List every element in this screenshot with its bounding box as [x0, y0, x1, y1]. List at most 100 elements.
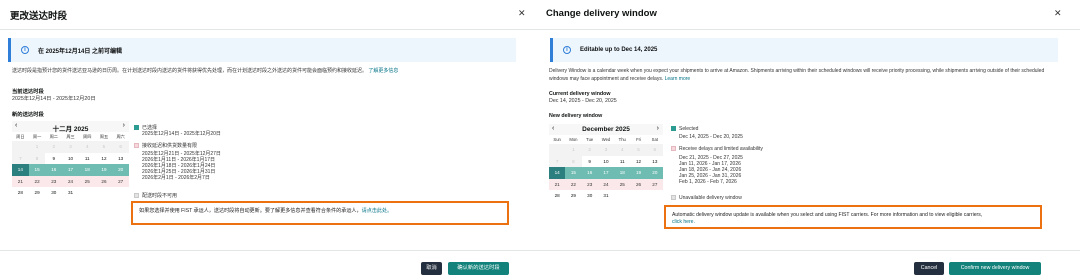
calendar-week: 21 22 23 24 25 26 27 [549, 178, 663, 190]
weekday-row: Sun Mon Tue Wed Thu Fri Sat [549, 135, 663, 144]
calendar-day[interactable]: 17 [62, 164, 79, 176]
calendar-day [630, 190, 646, 202]
limited-range: 2026年2月1日 - 2026年2月7日 [142, 175, 210, 182]
calendar-day[interactable]: 16 [581, 167, 598, 179]
calendar-day[interactable]: 11 [614, 156, 630, 168]
learn-more-link[interactable]: Learn more [665, 76, 691, 82]
chevron-right-icon[interactable]: › [657, 125, 659, 132]
calendar-day: 8 [565, 155, 582, 167]
calendar-day[interactable]: 10 [598, 156, 614, 168]
calendar-day [79, 187, 96, 199]
confirm-button[interactable]: 确认新的送达时段 [448, 262, 509, 275]
calendar-day[interactable]: 31 [62, 187, 79, 199]
legend-unavailable-label: Unavailable delivery window [679, 195, 742, 201]
calendar-day: 4 [78, 141, 96, 153]
header-divider [0, 29, 540, 30]
calendar-day[interactable]: 27 [646, 178, 663, 190]
header-divider [540, 29, 1080, 30]
calendar-day[interactable]: 25 [614, 178, 631, 190]
cancel-button[interactable]: Cancel [914, 262, 944, 275]
calendar-day[interactable]: 10 [62, 153, 79, 165]
calendar-day[interactable]: 15 [565, 167, 582, 179]
calendar: ‹ 十二月 2025 › 周日 周一 周二 周三 周四 周五 周六 1 2 3 4 5 6 7 8 9 10 1… [12, 121, 130, 199]
calendar-day: 3 [597, 144, 615, 156]
calendar-day[interactable]: 19 [630, 167, 647, 179]
calendar-day[interactable]: 13 [112, 153, 129, 165]
click-here-link[interactable]: 请点击此处。 [362, 208, 393, 214]
calendar-day[interactable]: 25 [78, 175, 96, 187]
calendar-day[interactable]: 31 [598, 190, 614, 202]
calendar-day[interactable]: 23 [45, 175, 63, 187]
weekday-label: 周二 [49, 134, 58, 139]
calendar-day[interactable]: 27 [112, 175, 130, 187]
selected-swatch [134, 125, 139, 131]
weekday-label: 周五 [99, 134, 109, 139]
weekday-label: Tue [586, 137, 594, 142]
calendar-day[interactable]: 21 [549, 178, 566, 190]
footer-divider [540, 250, 1080, 251]
legend-selected-label: Selected [679, 126, 699, 132]
close-icon[interactable]: ✕ [518, 8, 526, 19]
calendar-day[interactable]: 12 [96, 153, 113, 165]
calendar-grid: 1 2 3 4 5 6 7 8 9 10 11 12 13 14 15 16 17 18 19 20 21 22 23 24 2… [549, 144, 663, 202]
calendar: ‹ December 2025 › Sun Mon Tue Wed Thu Fri Sat … [549, 124, 663, 202]
calendar-day[interactable]: 17 [597, 167, 615, 179]
calendar-day: 8 [28, 152, 46, 164]
selected-swatch [671, 126, 676, 132]
chevron-right-icon[interactable]: › [123, 122, 125, 129]
legend-unavailable-label: 配送时段不可用 [142, 193, 178, 199]
calendar-day[interactable]: 13 [647, 156, 663, 168]
legend-selected: 已选择 [134, 124, 157, 131]
calendar-day: 7 [12, 152, 29, 164]
notice-text: Automatic delivery window update is avai… [672, 212, 983, 218]
weekday-label: Mon [569, 137, 578, 142]
limited-swatch [134, 143, 139, 149]
calendar-day[interactable]: 24 [597, 178, 615, 190]
calendar-day[interactable]: 28 [549, 190, 565, 202]
calendar-month: 十二月 2025 [52, 126, 89, 133]
click-here-link[interactable]: click here. [672, 219, 695, 225]
calendar-day[interactable]: 26 [95, 175, 113, 187]
limited-swatch [671, 146, 676, 152]
calendar-day[interactable]: 29 [565, 190, 581, 202]
current-window-value: 2025年12月14日 - 2025年12月20日 [12, 96, 96, 102]
calendar-day[interactable]: 12 [630, 156, 646, 168]
calendar-day[interactable]: 22 [28, 175, 46, 187]
cancel-button[interactable]: 取消 [421, 262, 442, 275]
calendar-day[interactable]: 30 [45, 187, 62, 199]
calendar-day[interactable]: 23 [581, 178, 598, 190]
calendar-day[interactable]: 21 [12, 175, 29, 187]
learn-more-link[interactable]: 了解更多信息 [368, 68, 398, 74]
calendar-day: 6 [646, 144, 663, 156]
calendar-day[interactable]: 29 [29, 187, 46, 199]
close-icon[interactable]: ✕ [1054, 8, 1062, 19]
calendar-day[interactable]: 24 [62, 175, 79, 187]
weekday-label: 周日 [16, 134, 25, 139]
calendar-day[interactable]: 18 [78, 164, 96, 176]
fist-carrier-notice: Automatic delivery window update is avai… [664, 205, 1042, 229]
calendar-week: 28 29 30 31 [12, 187, 129, 199]
calendar-day[interactable]: 26 [630, 178, 647, 190]
legend-limited-label: 接收延迟和供货数量有限 [142, 143, 198, 149]
weekday-label: 周三 [66, 134, 75, 139]
calendar-day[interactable]: 18 [614, 167, 631, 179]
calendar-day[interactable]: 14 [549, 167, 566, 179]
calendar-day[interactable]: 28 [12, 187, 29, 199]
calendar-day[interactable]: 19 [95, 164, 113, 176]
calendar-day[interactable]: 11 [79, 153, 96, 165]
calendar-day[interactable]: 20 [112, 164, 130, 176]
calendar-day[interactable]: 15 [28, 164, 46, 176]
legend-unavailable: Unavailable delivery window [671, 195, 742, 201]
info-icon: i [21, 46, 29, 54]
calendar-day[interactable]: 22 [565, 178, 582, 190]
calendar-day [12, 141, 29, 153]
confirm-button[interactable]: Confirm new delivery window [949, 262, 1041, 275]
calendar-day[interactable]: 14 [12, 164, 29, 176]
calendar-day[interactable]: 20 [646, 167, 663, 179]
calendar-day[interactable]: 9 [45, 153, 62, 165]
calendar-day[interactable]: 16 [45, 164, 63, 176]
calendar-day[interactable]: 30 [582, 190, 598, 202]
calendar-day: 4 [614, 144, 631, 156]
info-banner-text: 在 2025年12月14日 之前可编辑 [38, 48, 123, 55]
calendar-day[interactable]: 9 [582, 156, 598, 168]
